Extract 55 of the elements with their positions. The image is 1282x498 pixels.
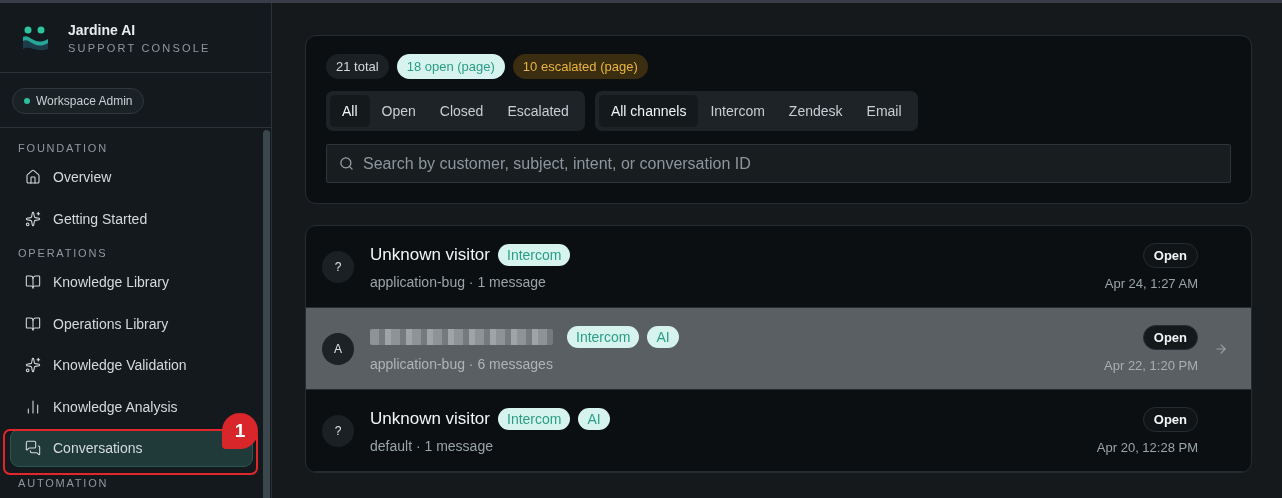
status-badge: Open xyxy=(1142,406,1198,432)
conversation-row[interactable]: ? Unknown visitor Intercom AI default · 1 message Open Apr 20, 12:28 PM xyxy=(306,390,1251,472)
section-title: AUTOMATION xyxy=(17,476,110,489)
sparkles-icon xyxy=(25,210,41,227)
channel-tag: Intercom xyxy=(567,325,640,348)
search-icon xyxy=(339,156,354,171)
sparkles-icon xyxy=(25,357,41,373)
conversation-meta: application-bug · 6 messages xyxy=(370,355,554,372)
channel-tag: AI xyxy=(578,407,610,430)
conversation-row[interactable]: A Intercom AI application-bug · 6 messages Open Apr 22, 1:20 PM xyxy=(306,308,1251,390)
logo-icon xyxy=(22,24,50,51)
book-icon xyxy=(25,274,41,290)
status-badge: Open xyxy=(1142,242,1198,268)
nav-item[interactable]: Knowledge Library xyxy=(10,263,253,301)
chat-bubbles-icon xyxy=(25,440,41,456)
channel-filter-tab[interactable]: Zendesk xyxy=(776,95,855,127)
section-title: OPERATIONS xyxy=(17,247,109,259)
avatar: ? xyxy=(322,250,354,283)
avatar: A xyxy=(322,332,354,365)
conversation-meta: application-bug · 1 message xyxy=(370,273,547,290)
nav-item[interactable]: Overview xyxy=(10,158,253,196)
customer-name: Unknown visitor xyxy=(370,408,490,429)
brand-subtitle: SUPPORT CONSOLE xyxy=(68,41,211,54)
timestamp: Apr 20, 12:28 PM xyxy=(1096,439,1198,455)
nav-item[interactable]: Operations Library xyxy=(10,304,253,343)
channel-filter-tab[interactable]: Email xyxy=(854,95,914,127)
book-icon xyxy=(25,315,41,332)
house-icon xyxy=(25,169,41,185)
channel-filter-tab[interactable]: All channels xyxy=(598,95,699,127)
nav-item[interactable]: Getting Started xyxy=(10,199,253,238)
nav-item[interactable]: Knowledge Validation xyxy=(10,346,253,384)
count-badge: 18 open (page) xyxy=(396,54,505,79)
channel-filter-tab[interactable]: Intercom xyxy=(698,95,777,127)
status-filter-tab[interactable]: Escalated xyxy=(495,95,581,127)
channel-tag: AI xyxy=(647,325,679,348)
channel-tag: Intercom xyxy=(498,407,571,430)
conversation-meta: default · 1 message xyxy=(370,437,494,454)
section-title: FOUNDATION xyxy=(17,142,109,154)
step-badge: 1 xyxy=(222,413,258,449)
status-filter-tab[interactable]: Closed xyxy=(427,95,496,127)
brand-name: Jardine AI xyxy=(68,21,137,38)
count-badge: 10 escalated (page) xyxy=(512,54,648,79)
status-badge: Open xyxy=(1142,324,1198,350)
scrollbar[interactable] xyxy=(263,130,270,498)
count-badge: 21 total xyxy=(326,54,389,79)
channel-tag: Intercom xyxy=(498,243,571,266)
status-filter-tab[interactable]: Open xyxy=(369,95,428,127)
search-field[interactable]: Search by customer, subject, intent, or conversation ID xyxy=(326,144,1231,183)
timestamp: Apr 24, 1:27 AM xyxy=(1104,275,1198,291)
timestamp: Apr 22, 1:20 PM xyxy=(1104,357,1198,373)
customer-name: Unknown visitor xyxy=(370,244,490,265)
role-badge: Workspace Admin xyxy=(12,88,144,114)
status-filter-tab[interactable]: All xyxy=(330,95,370,127)
bar-chart-icon xyxy=(25,398,41,415)
avatar: ? xyxy=(322,414,354,447)
